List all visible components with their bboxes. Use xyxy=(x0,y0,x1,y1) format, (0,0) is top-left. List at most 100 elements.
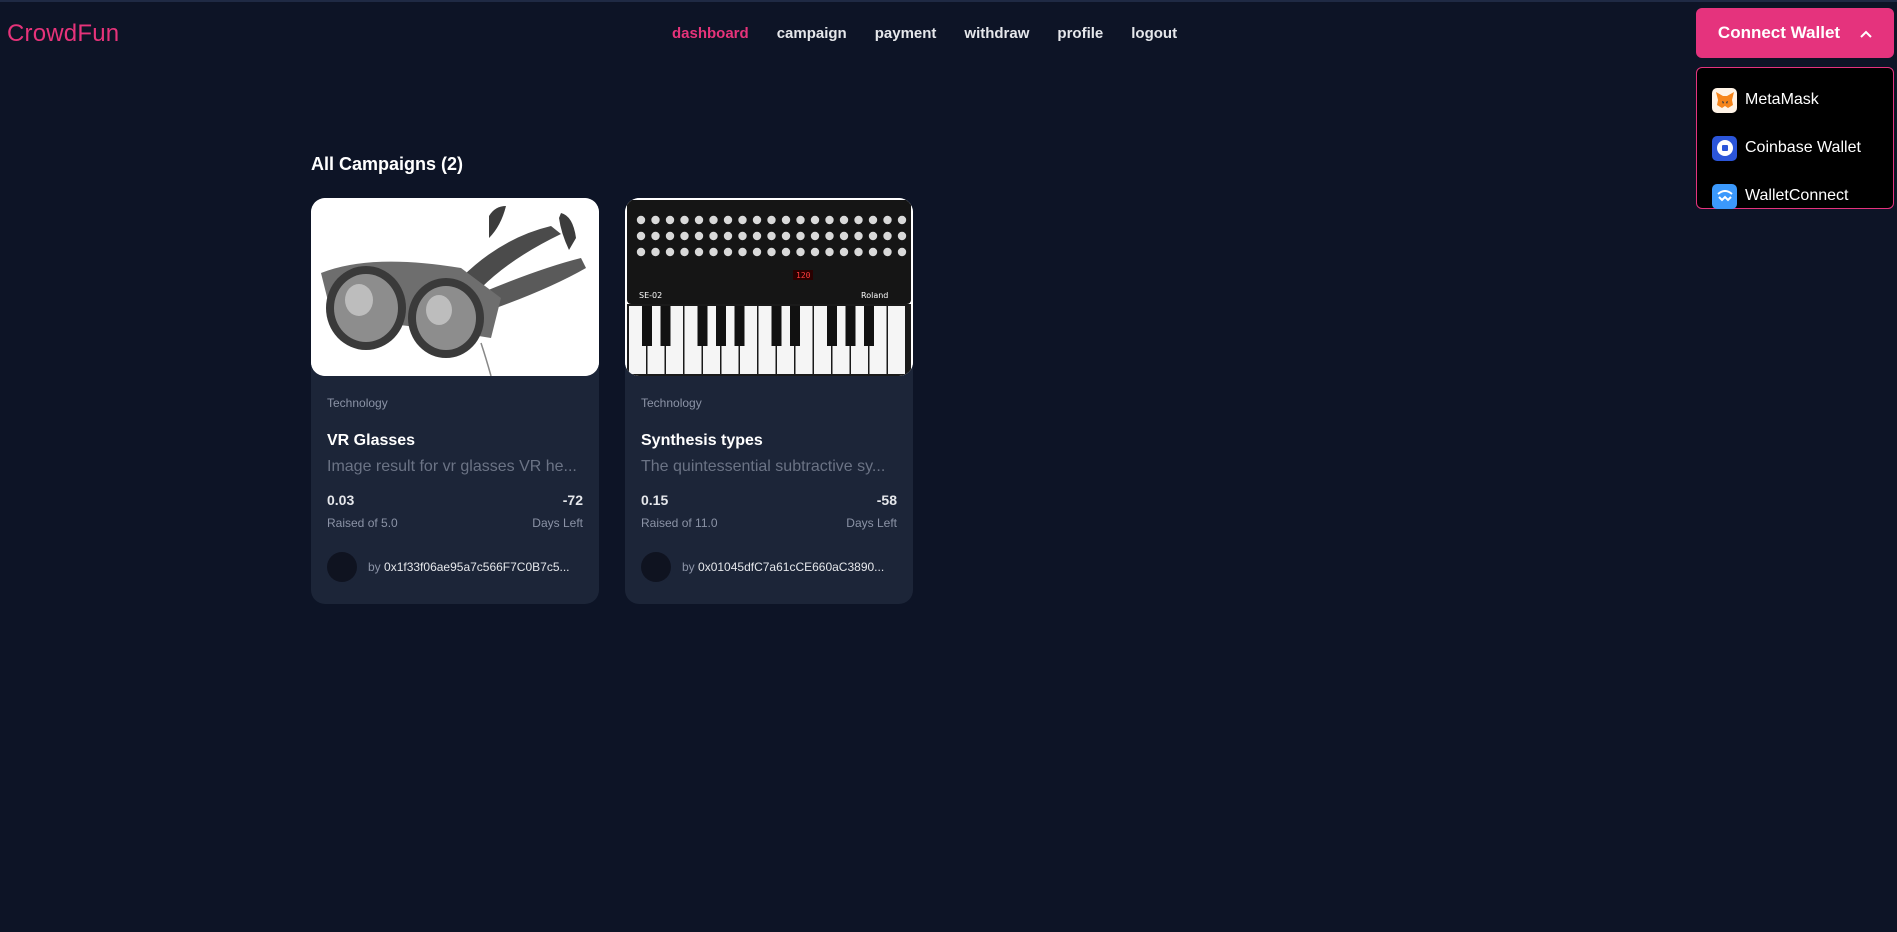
synth-knob xyxy=(651,231,660,241)
synth-knob xyxy=(868,247,878,257)
connect-wallet-label: Connect Wallet xyxy=(1717,23,1841,42)
raised-stat: 0.15 Raised of 11.0 xyxy=(641,492,718,530)
coinbase-label: Coinbase Wallet xyxy=(1745,139,1861,156)
synth-knob xyxy=(796,231,805,241)
raised-label: Raised of 11.0 xyxy=(641,516,718,530)
synth-knob xyxy=(868,231,878,241)
connect-wallet-button[interactable]: Connect Wallet xyxy=(1696,8,1894,58)
raised-label: Raised of 5.0 xyxy=(327,516,398,530)
synth-knob xyxy=(796,215,805,225)
walletconnect-icon xyxy=(1712,183,1737,209)
synth-knob xyxy=(752,247,762,257)
campaign-card-body: Technology Synthesis types The quintesse… xyxy=(641,396,897,582)
owner-by-label: by xyxy=(682,560,695,574)
synth-knob xyxy=(781,247,791,257)
wallet-option-walletconnect[interactable]: WalletConnect xyxy=(1697,172,1893,220)
days-left-label: Days Left xyxy=(846,516,897,530)
synth-knob xyxy=(796,247,805,257)
walletconnect-label: WalletConnect xyxy=(1745,187,1849,204)
synth-knob xyxy=(752,231,762,241)
metamask-icon xyxy=(1712,87,1737,113)
synth-black-key xyxy=(660,306,671,346)
metamask-label: MetaMask xyxy=(1745,91,1819,108)
synth-knob xyxy=(767,215,776,225)
synth-knob xyxy=(665,231,675,241)
synth-black-key xyxy=(734,306,745,346)
synth-knob xyxy=(665,247,675,257)
nav-item-withdraw[interactable]: withdraw xyxy=(964,25,1029,42)
synth-knob xyxy=(810,231,820,241)
campaign-description: The quintessential subtractive sy... xyxy=(641,458,886,475)
wallet-option-metamask[interactable]: MetaMask xyxy=(1697,76,1893,124)
synth-knob xyxy=(723,215,733,225)
campaign-card-synthesis-types[interactable]: 120 SE-02 Roland Technology Synthesis ty… xyxy=(625,198,913,604)
synth-black-key xyxy=(697,306,708,346)
synth-black-key xyxy=(716,306,726,346)
top-border xyxy=(0,0,1897,2)
nav-item-dashboard[interactable]: dashboard xyxy=(672,25,749,42)
synth-knob xyxy=(680,231,689,241)
synth-knob xyxy=(738,231,747,241)
days-stat: -72 Days Left xyxy=(532,492,583,530)
synth-knob xyxy=(709,231,718,241)
nav-item-logout[interactable]: logout xyxy=(1131,25,1177,42)
nav-item-profile[interactable]: profile xyxy=(1057,25,1103,42)
campaign-owner: by 0x01045dfC7a61cCE660aC3890... xyxy=(641,552,897,582)
synth-knob xyxy=(694,231,704,241)
campaign-card-vr-glasses[interactable]: Technology VR Glasses Image result for v… xyxy=(311,198,599,604)
owner-address: 0x01045dfC7a61cCE660aC3890... xyxy=(698,560,885,574)
nav-item-campaign[interactable]: campaign xyxy=(777,25,847,42)
synth-knob xyxy=(854,231,863,241)
synth-knob xyxy=(854,215,863,225)
raised-stat: 0.03 Raised of 5.0 xyxy=(327,492,398,530)
synth-knob xyxy=(825,215,834,225)
svg-text:Roland: Roland xyxy=(861,291,888,300)
days-left-value: -58 xyxy=(876,492,897,508)
days-left-value: -72 xyxy=(562,492,583,508)
synth-knob xyxy=(680,215,689,225)
synth-knob xyxy=(839,247,849,257)
synth-knob xyxy=(636,247,646,257)
synth-knob xyxy=(883,215,892,225)
synth-knob xyxy=(665,215,675,225)
synth-knob xyxy=(723,231,733,241)
synth-black-key xyxy=(642,306,652,346)
owner-text: by 0x1f33f06ae95a7c566F7C0B7c5... xyxy=(368,560,583,574)
synth-knob xyxy=(897,247,907,257)
app-logo[interactable]: CrowdFun xyxy=(7,20,119,48)
campaign-stats: 0.15 Raised of 11.0 -58 Days Left xyxy=(641,492,897,530)
raised-amount: 0.03 xyxy=(327,492,355,508)
synth-white-key xyxy=(888,306,905,374)
nav-item-payment[interactable]: payment xyxy=(875,25,937,42)
main-nav: dashboard campaign payment withdraw prof… xyxy=(672,25,1177,42)
campaign-owner: by 0x1f33f06ae95a7c566F7C0B7c5... xyxy=(327,552,583,582)
synth-knob xyxy=(636,215,646,225)
synth-knob xyxy=(709,215,718,225)
synth-knob xyxy=(883,247,892,257)
owner-text: by 0x01045dfC7a61cCE660aC3890... xyxy=(682,560,897,574)
synth-knob xyxy=(825,231,834,241)
campaign-card-body: Technology VR Glasses Image result for v… xyxy=(327,396,583,582)
synth-black-key xyxy=(790,306,800,346)
synth-knob xyxy=(636,231,646,241)
synth-knob xyxy=(897,215,907,225)
campaign-image: 120 SE-02 Roland xyxy=(625,198,913,376)
wallet-option-coinbase[interactable]: Coinbase Wallet xyxy=(1697,124,1893,172)
synth-knob xyxy=(738,215,747,225)
synth-knob xyxy=(680,247,689,257)
coinbase-icon xyxy=(1712,135,1737,161)
synth-black-key xyxy=(827,306,837,346)
synth-knob xyxy=(781,231,791,241)
synth-knob xyxy=(883,231,892,241)
section-title: All Campaigns (2) xyxy=(311,154,464,174)
synth-knob xyxy=(810,215,820,225)
campaign-category: Technology xyxy=(327,396,388,410)
days-stat: -58 Days Left xyxy=(846,492,897,530)
owner-avatar xyxy=(327,552,357,582)
synth-knob xyxy=(651,247,660,257)
campaign-image xyxy=(311,198,599,376)
synth-knob xyxy=(709,247,718,257)
synth-knob xyxy=(854,247,863,257)
chevron-up-icon xyxy=(1860,26,1872,41)
synth-knob xyxy=(767,247,776,257)
